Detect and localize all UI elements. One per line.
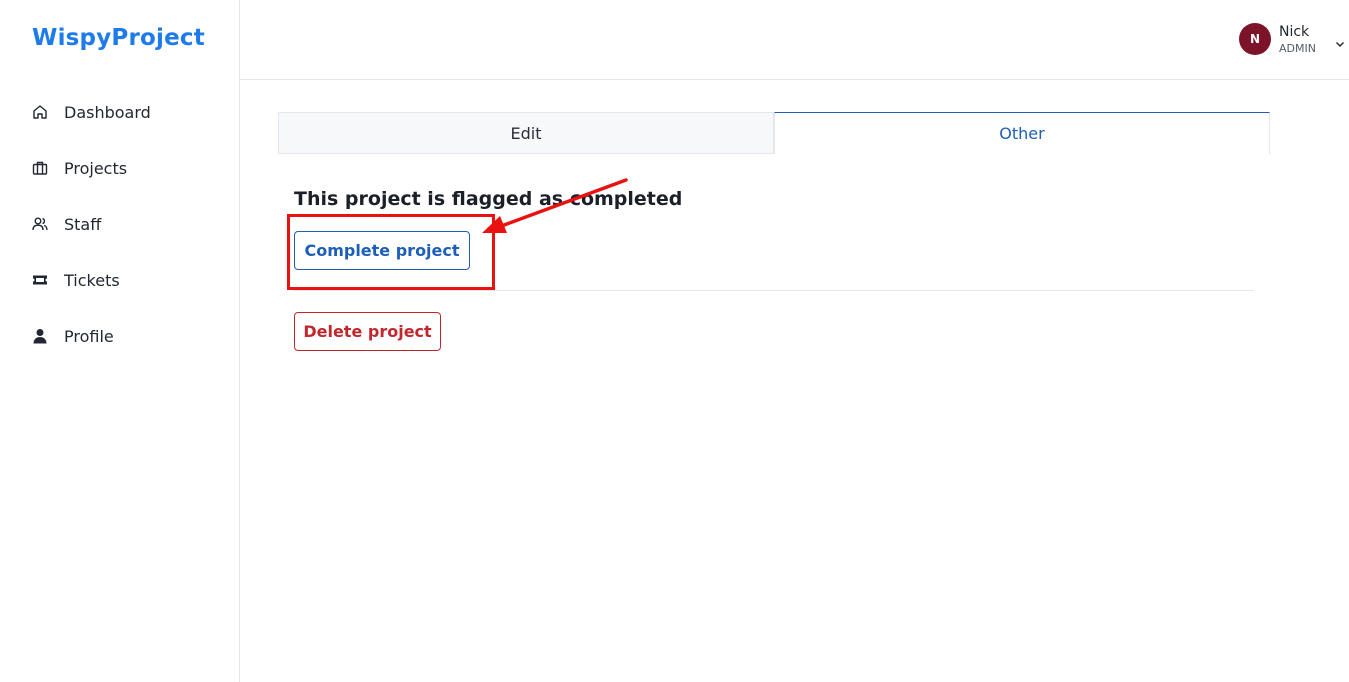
project-tabs: Edit Other xyxy=(278,112,1270,154)
sidebar-item-staff[interactable]: Staff xyxy=(0,196,239,252)
sidebar-item-profile[interactable]: Profile xyxy=(0,308,239,364)
sidebar-item-tickets[interactable]: Tickets xyxy=(0,252,239,308)
sidebar-item-dashboard[interactable]: Dashboard xyxy=(0,84,239,140)
brand-logo[interactable]: WispyProject xyxy=(32,25,205,51)
home-icon xyxy=(32,104,48,120)
sidebar-item-label: Staff xyxy=(64,214,102,234)
sidebar-nav: Dashboard Projects Staff Tickets Profile xyxy=(0,84,239,364)
user-role: ADMIN xyxy=(1279,42,1316,55)
top-bar: N Nick ADMIN xyxy=(240,0,1349,80)
complete-project-button[interactable]: Complete project xyxy=(294,231,470,270)
tab-edit[interactable]: Edit xyxy=(278,112,774,154)
users-icon xyxy=(32,216,48,232)
divider xyxy=(294,290,1254,291)
user-icon xyxy=(32,328,48,344)
chevron-down-icon[interactable] xyxy=(1335,34,1345,53)
sidebar-item-projects[interactable]: Projects xyxy=(0,140,239,196)
user-info: Nick ADMIN xyxy=(1279,22,1316,56)
avatar[interactable]: N xyxy=(1239,23,1271,55)
briefcase-icon xyxy=(32,160,48,176)
sidebar-item-label: Tickets xyxy=(64,270,120,290)
delete-project-button[interactable]: Delete project xyxy=(294,312,441,351)
tab-other[interactable]: Other xyxy=(774,112,1270,154)
sidebar-item-label: Profile xyxy=(64,326,114,346)
sidebar-item-label: Projects xyxy=(64,158,128,178)
sidebar: WispyProject Dashboard Projects Staff Ti… xyxy=(0,0,240,682)
ticket-icon xyxy=(32,272,48,288)
sidebar-item-label: Dashboard xyxy=(64,102,151,122)
completed-flag-heading: This project is flagged as completed xyxy=(294,188,683,210)
user-name: Nick xyxy=(1279,24,1310,40)
user-menu[interactable]: N Nick ADMIN xyxy=(1239,19,1349,59)
